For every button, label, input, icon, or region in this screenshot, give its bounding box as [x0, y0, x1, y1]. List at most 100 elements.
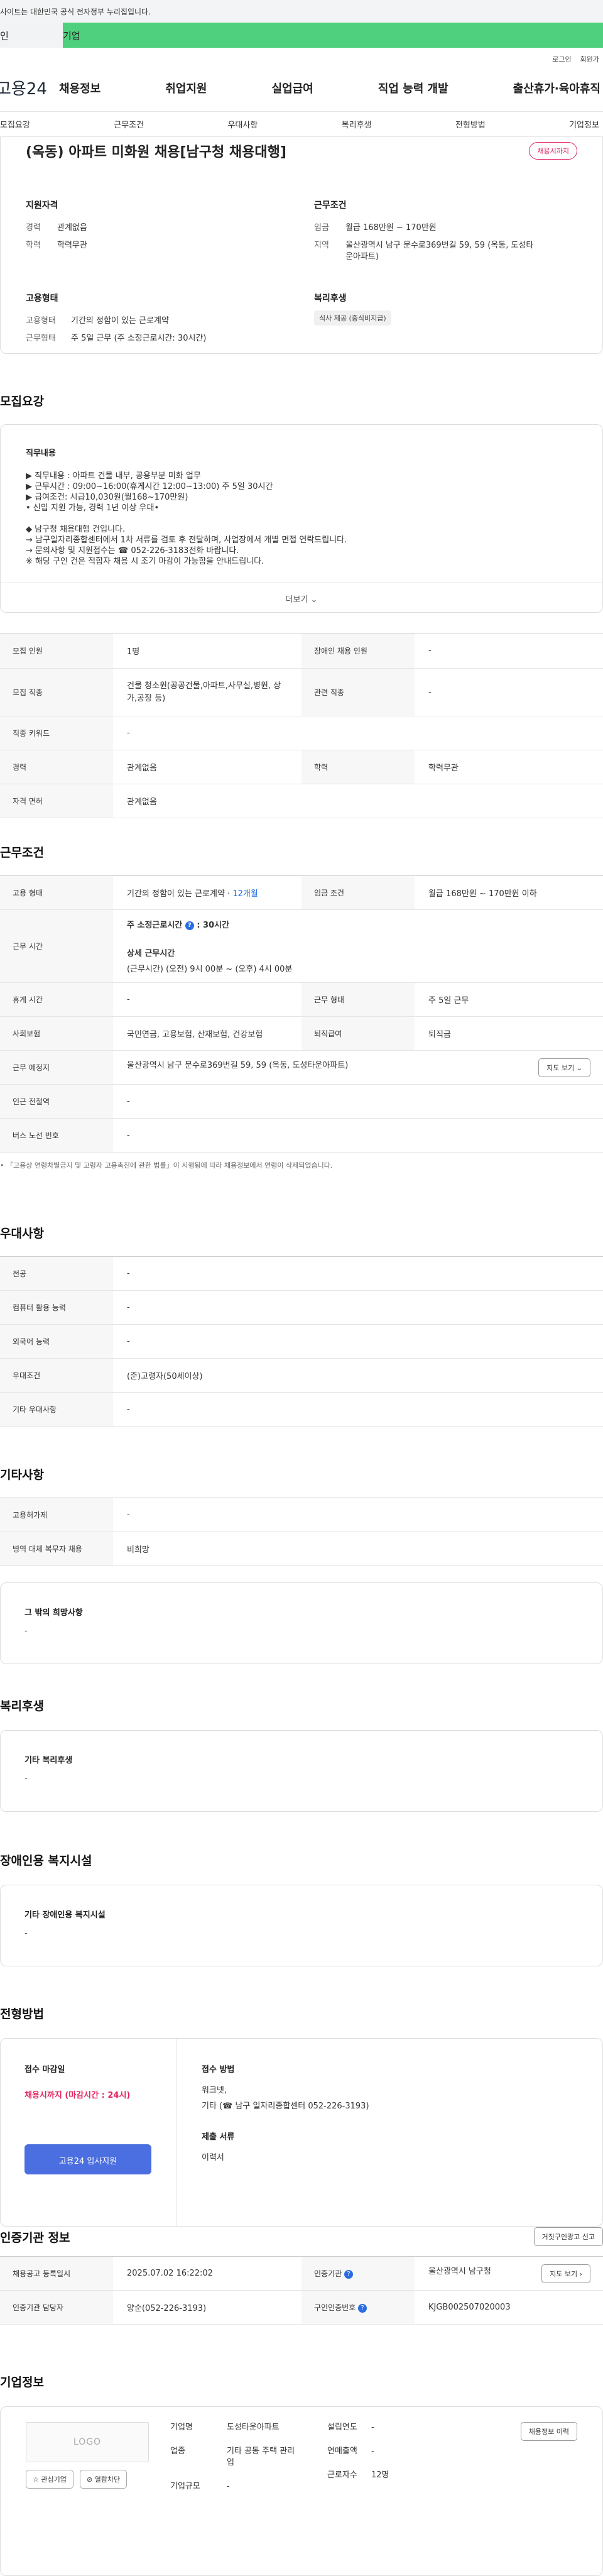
table-row: 기타 우대사항 -: [0, 1392, 603, 1427]
menu-unemployment-benefit[interactable]: 실업급여: [272, 80, 313, 96]
subnav-prefer[interactable]: 우대사항: [227, 118, 258, 130]
cell-label: 근무 예정지: [0, 1050, 113, 1085]
conditions-table: 고용 형태 기간의 정함이 있는 근로계약 · 12개월 임금 조건 월급 16…: [0, 875, 603, 1153]
info-label: 기업규모: [170, 2482, 200, 2491]
cert-header: 인증기관 정보 거짓구인광고 신고: [0, 2227, 603, 2246]
job-title: (옥동) 아파트 미화원 채용[남구청 채용대행]: [26, 145, 286, 160]
help-icon[interactable]: ?: [185, 921, 194, 930]
table-row: 전공 -: [0, 1256, 603, 1291]
cell-label: 임금 조건: [302, 875, 415, 910]
login-link[interactable]: 로그인: [552, 54, 571, 64]
cell-label: 컴퓨터 활용 능력: [0, 1290, 113, 1325]
org-value: 울산광역시 남구청: [428, 2266, 491, 2276]
summary-label: 근무형태: [26, 334, 56, 343]
section-title-apply: 전형방법: [0, 2007, 44, 2021]
subnav-benefits[interactable]: 복리후생: [342, 118, 372, 130]
table-row: 근무 예정지 울산광역시 남구 문수로369번길 59, 59 (옥동, 도성타…: [0, 1050, 603, 1085]
cell-label: 우대조건: [0, 1358, 113, 1393]
help-icon[interactable]: ?: [358, 2303, 367, 2313]
apply-button[interactable]: 고용24 입사지원: [24, 2144, 151, 2174]
table-row: 채용공고 등록일시 2025.07.02 16:22:02 인증기관 ? 울산광…: [0, 2256, 603, 2291]
docs-title: 제출 서류: [202, 2132, 235, 2142]
prefer-section: 우대사항 전공 - 컴퓨터 활용 능력 - 외국어 능력 - 우대조건 (준)고령자(5…: [0, 1224, 603, 1427]
cell-value: 울산광역시 남구청 지도 보기 ›: [415, 2256, 603, 2291]
cell-value: 주 5일 근무: [415, 982, 603, 1017]
main-menu: 채용정보 취업지원 실업급여 직업 능력 개발 출산휴가·육아휴직: [59, 80, 603, 96]
cell-value: -: [415, 668, 603, 716]
company-col-2: 설립연도 - 연매출액 - 근로자수 12명: [327, 2422, 453, 2575]
signup-link[interactable]: 회원가: [580, 54, 599, 64]
summary-label: 경력: [26, 223, 41, 233]
favorite-company-button[interactable]: ☆ 관심기업: [26, 2470, 73, 2489]
menu-jobs[interactable]: 채용정보: [59, 80, 100, 96]
summary-cond-title: 근무조건: [314, 200, 347, 211]
menu-training[interactable]: 직업 능력 개발: [378, 80, 448, 96]
info-label: 설립연도: [327, 2423, 357, 2432]
favorite-label: 관심기업: [41, 2475, 67, 2484]
detail-line: → 문의사항 및 지원접수는 ☎ 052-226-3183전화 바랍니다.: [26, 546, 239, 556]
tab-personal[interactable]: 인: [0, 23, 63, 48]
tab-company[interactable]: 기업: [63, 23, 603, 48]
hours-detail-title: 상세 근무시간: [127, 949, 175, 958]
summary-value: 주 5일 근무 (주 소정근로시간: 30시간): [71, 334, 207, 343]
wish-value: -: [24, 1626, 28, 1636]
apply-left: 접수 마감일 채용시까지 (마감시간 : 24시) 고용24 입사지원: [1, 2039, 177, 2226]
more-button[interactable]: 더보기 ⌄: [1, 582, 602, 612]
cell-value: 관계없음: [113, 784, 603, 818]
cell-label: 경력: [0, 750, 113, 784]
benefits-section: 복리후생 기타 복리후생 -: [0, 1697, 603, 1812]
star-icon: ☆: [33, 2475, 39, 2484]
summary-value: 관계없음: [57, 223, 87, 233]
subnav-recruit[interactable]: 모집요강: [0, 118, 30, 130]
help-icon[interactable]: ?: [344, 2269, 353, 2279]
cell-value: 학력무관: [415, 750, 603, 784]
map-toggle-button[interactable]: 지도 보기 ⌄: [538, 1058, 590, 1077]
company-info: 기업명 도성타운아파트 업종 기타 공동 주택 관리업 기업규모 - 설립연도 - 연매…: [170, 2422, 577, 2575]
company-actions: ☆ 관심기업 ⊘ 열람차단: [26, 2470, 170, 2489]
detail-line: ◆ 남구청 채용대행 건입니다.: [26, 525, 126, 534]
detail-line: ▶ 급여조건: 시급10,030원(월168~170만원): [26, 493, 188, 502]
cell-label: 사회보험: [0, 1016, 113, 1051]
id-label: 구인인증번호: [314, 2303, 356, 2312]
cell-label: 구인인증번호 ?: [302, 2290, 415, 2325]
cell-label: 고용 형태: [0, 875, 113, 910]
disability-section: 장애인용 복지시설 기타 장애인용 복지시설 -: [0, 1851, 603, 1966]
section-title-benefits: 복리후생: [0, 1699, 44, 1713]
section-title-company: 기업정보: [0, 2376, 44, 2389]
menu-parental-leave[interactable]: 출산휴가·육아휴직: [513, 80, 600, 96]
block-view-button[interactable]: ⊘ 열람차단: [80, 2470, 128, 2489]
org-map-button[interactable]: 지도 보기 ›: [541, 2264, 590, 2283]
gov-banner: 사이트는 대한민국 공식 전자정부 누리집입니다.: [0, 0, 603, 23]
cell-value: -: [415, 633, 603, 669]
table-row: 사회보험 국민연금, 고용보험, 산재보험, 건강보험 퇴직급여 퇴직금: [0, 1016, 603, 1051]
hiring-history-button[interactable]: 채용정보 이력: [520, 2422, 577, 2441]
summary-emp-title: 고용형태: [26, 293, 58, 304]
subnav-company[interactable]: 기업정보: [569, 118, 599, 130]
method-line: 워크넷,: [202, 2086, 227, 2095]
table-row: 고용허가제 -: [0, 1498, 603, 1532]
subnav-selection[interactable]: 전형방법: [455, 118, 486, 130]
summary-label: 고용형태: [26, 316, 56, 326]
summary-welfare-title: 복리후생: [314, 293, 347, 304]
menu-employment-support[interactable]: 취업지원: [165, 80, 207, 96]
company-card: LOGO ☆ 관심기업 ⊘ 열람차단 기업명 도성타운아파트 업종 기타 공동 주택…: [0, 2406, 603, 2576]
subnav-conditions[interactable]: 근무조건: [114, 118, 144, 130]
summary-label: 임금: [314, 223, 329, 233]
site-logo[interactable]: 고용24: [0, 76, 59, 99]
disability-title: 기타 장애인용 복지시설: [24, 1910, 106, 1920]
cell-value: -: [113, 1290, 603, 1325]
cell-label: 병역 대체 복무자 채용: [0, 1532, 113, 1566]
report-fake-ad-button[interactable]: 거짓구인광고 신고: [533, 2227, 603, 2246]
table-row: 근무 시간 주 소정근로시간 ? : 30시간 상세 근무시간 (근무시간) (…: [0, 909, 603, 983]
summary-conditions: 근무조건 임금 월급 168만원 ~ 170만원 지역 울산광역시 남구 문수로36…: [314, 199, 577, 269]
cell-label: 관련 직종: [302, 668, 415, 716]
section-title-conditions: 근무조건: [0, 846, 44, 860]
detail-heading: 직무내용: [26, 449, 56, 458]
cell-value: -: [113, 1118, 603, 1153]
hours-title: 주 소정근로시간: [127, 921, 183, 930]
cell-value: 울산광역시 남구 문수로369번길 59, 59 (옥동, 도성타운아파트) 지…: [113, 1050, 603, 1085]
table-row: 버스 노선 번호 -: [0, 1118, 603, 1153]
cell-label: 근무 시간: [0, 909, 113, 983]
apply-right: 접수 방법 워크넷, 기타 (☎ 남구 일자리종합센터 052-226-3193…: [177, 2039, 602, 2226]
cell-value: 국민연금, 고용보험, 산재보험, 건강보험: [113, 1016, 302, 1051]
